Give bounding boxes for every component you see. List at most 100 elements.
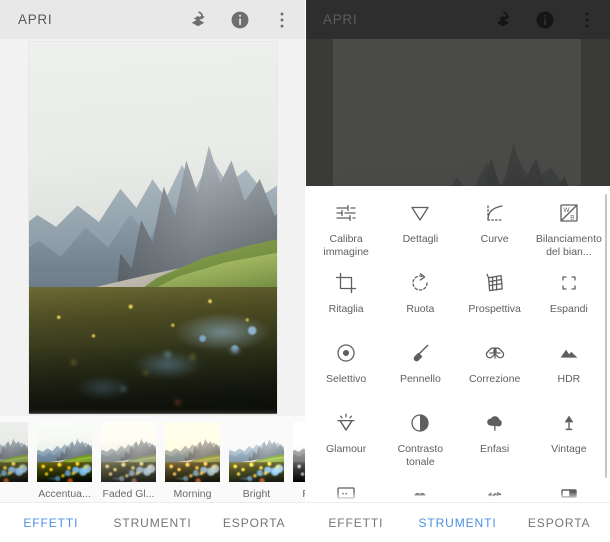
photo-layers [28, 41, 277, 414]
tools-scrollbar[interactable] [604, 194, 607, 478]
filter-preview-image[interactable] [101, 422, 156, 482]
tools-grid: Calibra immagine Dettagli Curve W B Bilanciam… [305, 186, 610, 502]
left-panel-effects-screen: APRI Accentua... Faded Gl... Morning Bri… [0, 0, 305, 542]
filter-thumbnail-strip[interactable]: Accentua... Faded Gl... Morning Bright F… [0, 416, 305, 502]
double-exposure-icon [556, 480, 582, 502]
tool-selettivo[interactable]: Selettivo [309, 340, 383, 410]
tool-pennello[interactable]: Pennello [383, 340, 457, 410]
filter-label: Accentua... [38, 488, 91, 500]
left-bottom-tab-bar: EFFETTI STRUMENTI ESPORTA [0, 502, 305, 542]
undo-stack-icon[interactable] [492, 9, 514, 31]
expand-icon [556, 270, 582, 296]
tool-grain[interactable] [383, 480, 457, 502]
tool-grunge[interactable] [458, 480, 532, 502]
svg-text:B: B [570, 214, 574, 221]
tool-dettagli[interactable]: Dettagli [383, 200, 457, 270]
filter-preview-image[interactable] [165, 422, 220, 482]
tool-label: Calibra immagine [323, 233, 369, 258]
svg-text:W: W [563, 207, 570, 214]
tab-effetti-right[interactable]: EFFETTI [305, 516, 407, 530]
main-photo[interactable] [28, 41, 277, 414]
tool-label: Vintage [551, 443, 587, 455]
tab-effetti-left[interactable]: EFFETTI [0, 516, 102, 530]
tool-label: Prospettiva [468, 303, 521, 315]
curves-icon [482, 200, 508, 226]
filter-label: Bright [242, 488, 271, 500]
tool-hdr[interactable]: HDR [532, 340, 606, 410]
info-icon[interactable] [534, 9, 556, 31]
tool-label: HDR [557, 373, 581, 385]
filter-thumbnail-partial-0[interactable] [0, 422, 28, 488]
tool-label: Correzione [468, 373, 521, 385]
dimmed-photo-stage [305, 39, 610, 187]
left-open-button[interactable]: APRI [18, 12, 52, 27]
filter-thumbnail-bright[interactable]: Bright [229, 422, 284, 500]
hdr-mountain-icon [556, 340, 582, 366]
tool-vintage[interactable]: Vintage [532, 410, 606, 480]
tool-label: Contrasto tonale [397, 443, 444, 468]
tab-esporta-left[interactable]: ESPORTA [203, 516, 305, 530]
filter-thumbnail-fine-art[interactable]: Fine Art [293, 422, 305, 500]
filter-preview-image[interactable] [293, 422, 305, 482]
tool-bilanciamento-del-bian[interactable]: W B Bilanciamento del bian... [532, 200, 606, 270]
tool-ruota[interactable]: Ruota [383, 270, 457, 340]
tool-correzione[interactable]: Correzione [458, 340, 532, 410]
photo-stage [0, 39, 305, 416]
overflow-menu-icon[interactable] [271, 9, 293, 31]
filter-preview-image[interactable] [0, 422, 28, 482]
perspective-icon [482, 270, 508, 296]
tool-double-exposure[interactable] [532, 480, 606, 502]
tonal-contrast-icon [407, 410, 433, 436]
tool-label: Selettivo [325, 373, 367, 385]
photo-bokeh-foreground [28, 346, 277, 414]
frames-icon [333, 480, 359, 502]
tool-label: Ritaglia [328, 303, 364, 315]
dim-overlay [333, 39, 581, 187]
filter-preview-image[interactable] [37, 422, 92, 482]
tool-label: Espandi [549, 303, 588, 315]
panel-divider [305, 0, 306, 542]
tool-espandi[interactable]: Espandi [532, 270, 606, 340]
right-bottom-tab-bar: EFFETTI STRUMENTI ESPORTA [305, 502, 610, 542]
tool-curve[interactable]: Curve [458, 200, 532, 270]
filter-label: Morning [173, 488, 212, 500]
triangle-down-icon [407, 200, 433, 226]
filter-thumbnail-accentua[interactable]: Accentua... [37, 422, 92, 500]
healing-patch-icon [482, 340, 508, 366]
right-panel-tools-screen: APRI Calibra immagine Dettagli Curve W B… [305, 0, 610, 542]
filter-thumbnail-faded-gl[interactable]: Faded Gl... [101, 422, 156, 500]
right-appbar-actions [492, 9, 598, 31]
selective-target-icon [333, 340, 359, 366]
crop-icon [333, 270, 359, 296]
tab-strumenti-left[interactable]: STRUMENTI [102, 516, 204, 530]
tool-frames[interactable] [309, 480, 383, 502]
left-app-bar: APRI [0, 0, 305, 39]
white-balance-icon: WB [556, 200, 582, 226]
grunge-icon [482, 480, 508, 502]
tool-calibra-immagine[interactable]: Calibra immagine [309, 200, 383, 270]
grain-icon [407, 480, 433, 502]
filter-thumbnail-morning[interactable]: Morning [165, 422, 220, 500]
filter-row: Accentua... Faded Gl... Morning Bright F… [0, 422, 305, 500]
tab-strumenti-right[interactable]: STRUMENTI [407, 516, 509, 530]
tool-prospettiva[interactable]: Prospettiva [458, 270, 532, 340]
drama-cloud-icon [482, 410, 508, 436]
right-open-button[interactable]: APRI [323, 12, 357, 27]
tools-bottom-sheet: Calibra immagine Dettagli Curve W B Bilanciam… [305, 186, 610, 502]
tool-enfasi[interactable]: Enfasi [458, 410, 532, 480]
filter-preview-image[interactable] [229, 422, 284, 482]
tool-contrasto-tonale[interactable]: Contrasto tonale [383, 410, 457, 480]
overflow-menu-icon[interactable] [576, 9, 598, 31]
left-appbar-actions [187, 9, 293, 31]
vintage-lamp-icon [556, 410, 582, 436]
tab-esporta-right[interactable]: ESPORTA [508, 516, 610, 530]
brush-icon [407, 340, 433, 366]
tool-ritaglia[interactable]: Ritaglia [309, 270, 383, 340]
info-icon[interactable] [229, 9, 251, 31]
tool-glamour[interactable]: Glamour [309, 410, 383, 480]
tool-label: Enfasi [480, 443, 510, 455]
tool-label: Bilanciamento del bian... [535, 233, 602, 258]
screenshot-root: APRI Accentua... Faded Gl... Morning Bri… [0, 0, 610, 542]
undo-stack-icon[interactable] [187, 9, 209, 31]
tool-label: Pennello [399, 373, 441, 385]
